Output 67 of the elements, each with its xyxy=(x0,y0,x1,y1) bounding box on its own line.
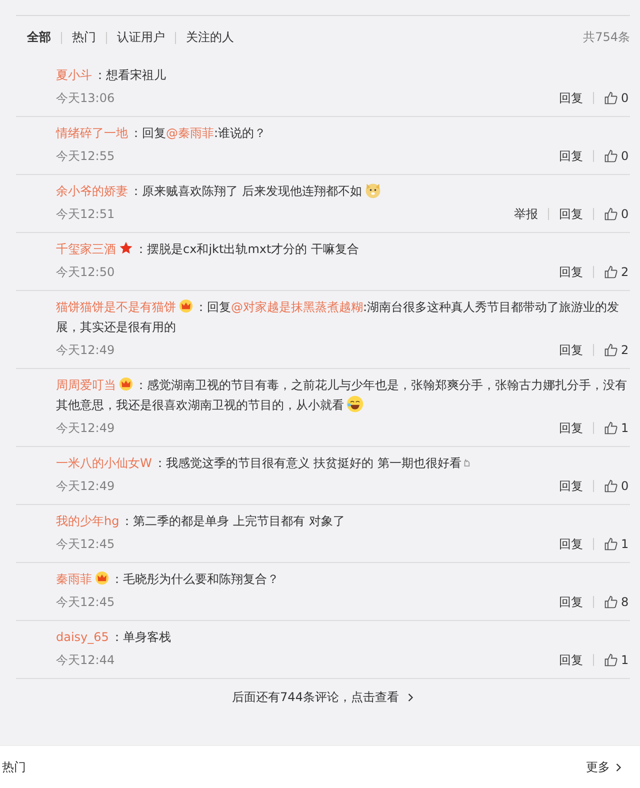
thumbs-up-icon[interactable] xyxy=(604,91,618,105)
comment-text: 一米八的小仙女W ：我感觉这季的节目很有意义 扶贫挺好的 第一期也很好看 xyxy=(56,453,630,473)
thumbs-up-icon[interactable] xyxy=(604,265,618,279)
filter-tab[interactable]: 认证用户 xyxy=(117,29,165,46)
comment-text: daisy_65 ：单身客栈 xyxy=(56,629,172,646)
thumbs-up-icon[interactable] xyxy=(604,207,618,221)
comment-time: 今天12:50 xyxy=(56,264,115,280)
comment-time: 今天12:49 xyxy=(56,420,115,436)
comment-text: 情绪碎了一地 ：回复@秦雨菲:谁说的？ xyxy=(56,125,268,142)
like-count: 1 xyxy=(621,537,630,551)
thumbs-up-icon[interactable] xyxy=(604,537,618,551)
more-comments-link[interactable]: 后面还有744条评论，点击查看 xyxy=(16,679,630,715)
reply-link[interactable]: 回复 xyxy=(559,652,583,668)
comment-text: 猫饼猫饼是不是有猫饼 ：回复@对家越是抹黑蒸煮越糊:湖南台很多这种真人秀节目都带动了旅游业的发展，其实还是很有用的 xyxy=(56,298,620,336)
thumbs-up-icon[interactable] xyxy=(604,595,618,609)
reply-link[interactable]: 回复 xyxy=(559,420,583,436)
crown-icon xyxy=(95,571,109,585)
filter-tab[interactable]: 关注的人 xyxy=(186,29,234,46)
filter-tab[interactable]: 热门 xyxy=(72,29,96,46)
like-count: 0 xyxy=(621,479,630,493)
crown-icon xyxy=(179,299,193,313)
section-label: 热门 xyxy=(2,758,26,776)
comment-text: 夏小斗 ：想看宋祖儿 xyxy=(56,67,167,84)
comment-time: 今天12:49 xyxy=(56,478,115,494)
comment-time: 今天13:06 xyxy=(56,90,115,106)
comment-time: 今天12:45 xyxy=(56,536,115,552)
comment-text: 余小爷的娇妻 ：原来贼喜欢陈翔了 后来发现他连翔都不如 xyxy=(56,181,630,201)
reply-link[interactable]: 回复 xyxy=(559,148,583,164)
like-count: 0 xyxy=(621,149,630,163)
comment-time: 今天12:49 xyxy=(56,342,115,358)
comment-text: 千玺家三酒 ：摆脱是cx和jkt出轨mxt才分的 干嘛复合 xyxy=(56,240,360,258)
report-link[interactable]: 举报 xyxy=(514,206,538,222)
like-count: 1 xyxy=(621,653,630,667)
star-icon xyxy=(119,241,133,255)
like-count: 2 xyxy=(621,343,630,357)
comment-text: 周周爱叮当 ：感觉湖南卫视的节目有毒，之前花儿与少年也是，张翰郑爽分手，张翰古力娜扎分手，没有其他意思，我还是很喜欢湖南卫视的节目的，从小就看 xyxy=(56,376,628,415)
comment-time: 今天12:51 xyxy=(56,206,115,222)
thumbs-up-icon[interactable] xyxy=(604,149,618,163)
reply-link[interactable]: 回复 xyxy=(559,90,583,106)
more-link[interactable]: 更多 xyxy=(586,758,622,776)
like-count: 8 xyxy=(621,595,630,609)
comment-count: 共754条 xyxy=(583,29,630,46)
comment-time: 今天12:44 xyxy=(56,652,115,668)
like-count: 0 xyxy=(621,91,630,105)
thumbs-up-icon[interactable] xyxy=(604,343,618,357)
crown-icon xyxy=(119,377,133,391)
filter-tab[interactable]: 全部 xyxy=(27,29,51,46)
reply-link[interactable]: 回复 xyxy=(559,536,583,552)
thumbs-up-icon[interactable] xyxy=(604,653,618,667)
comment-text: 我的少年hg ：第二季的都是单身 上完节目都有 对象了 xyxy=(56,513,346,530)
reply-link[interactable]: 回复 xyxy=(559,342,583,358)
thumbs-up-icon[interactable] xyxy=(604,479,618,493)
comment-time: 今天12:45 xyxy=(56,594,115,610)
reply-link[interactable]: 回复 xyxy=(559,264,583,280)
reply-link[interactable]: 回复 xyxy=(559,206,583,222)
comment-time: 今天12:55 xyxy=(56,148,115,164)
like-count: 1 xyxy=(621,421,630,435)
chevron-right-icon xyxy=(406,692,414,702)
reply-link[interactable]: 回复 xyxy=(559,594,583,610)
chevron-right-icon xyxy=(615,762,622,772)
laughing-emoji-icon xyxy=(346,395,364,413)
like-count: 2 xyxy=(621,265,630,279)
comment-text: 秦雨菲 ：毛晓彤为什么要和陈翔复合？ xyxy=(56,570,280,588)
dog-emoji-icon xyxy=(364,181,382,199)
reply-link[interactable]: 回复 xyxy=(559,478,583,494)
thumbs-up-icon[interactable] xyxy=(604,421,618,435)
like-count: 0 xyxy=(621,207,630,221)
